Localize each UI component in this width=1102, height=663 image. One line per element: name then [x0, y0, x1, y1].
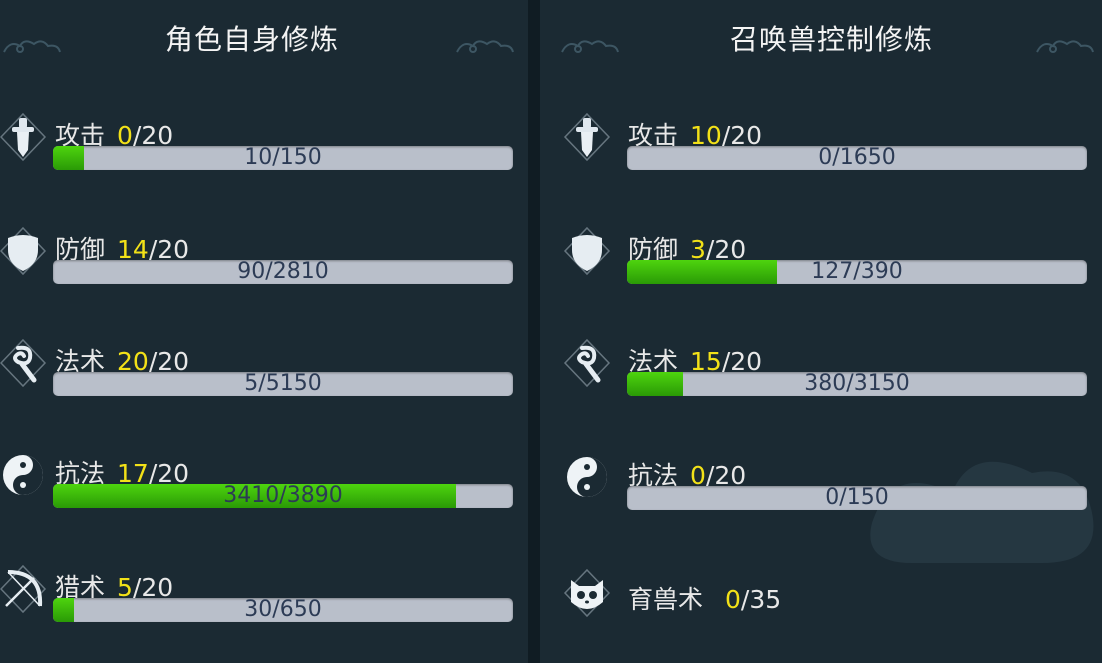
progress-text: 380/3150 — [804, 372, 910, 396]
panel-divider — [528, 0, 540, 663]
panel-title: 召唤兽控制修炼 — [730, 23, 934, 56]
progress-text: 0/1650 — [818, 146, 896, 170]
sword-icon — [562, 112, 612, 162]
pet-skill-row-breeding[interactable]: 育兽术 0/35 — [540, 568, 1102, 648]
progress-bar: 0/150 — [627, 486, 1087, 510]
progress-bar: 3410/3890 — [53, 484, 513, 508]
progress-bar: 30/650 — [53, 598, 513, 622]
skill-name: 育兽术 — [628, 585, 704, 614]
pet-skill-row-attack[interactable]: 攻击 10/20 0/1650 — [540, 110, 1102, 190]
shield-icon — [562, 226, 612, 276]
progress-text: 10/150 — [244, 146, 322, 170]
progress-bar: 10/150 — [53, 146, 513, 170]
progress-text: 5/5150 — [244, 372, 322, 396]
cloud-ornament-icon — [455, 36, 515, 58]
self-cultivation-panel: 角色自身修炼 攻击 0/20 10/150 防御 14/20 90/2810 法术 2… — [0, 0, 528, 663]
progress-text: 30/650 — [244, 598, 322, 622]
progress-text: 3410/3890 — [223, 484, 343, 508]
pet-skill-row-magic[interactable]: 法术 15/20 380/3150 — [540, 336, 1102, 416]
skill-level: 0 — [725, 585, 741, 614]
pet-skill-row-defense[interactable]: 防御 3/20 127/390 — [540, 224, 1102, 304]
skill-row-defense[interactable]: 防御 14/20 90/2810 — [0, 224, 528, 304]
pet-cat-icon — [562, 568, 612, 618]
cloud-ornament-icon — [2, 36, 62, 58]
pet-skill-row-resist[interactable]: 抗法 0/20 0/150 — [540, 450, 1102, 530]
skill-row-attack[interactable]: 攻击 0/20 10/150 — [0, 110, 528, 190]
skill-max: /35 — [740, 585, 782, 614]
shield-icon — [0, 226, 48, 276]
progress-bar: 5/5150 — [53, 372, 513, 396]
cloud-ornament-icon — [560, 36, 620, 58]
sword-icon — [0, 112, 48, 162]
yin-yang-icon — [0, 450, 48, 500]
progress-text: 0/150 — [825, 486, 889, 510]
staff-icon — [0, 338, 48, 388]
skill-row-magic[interactable]: 法术 20/20 5/5150 — [0, 336, 528, 416]
panel-title: 角色自身修炼 — [165, 23, 340, 56]
progress-bar: 0/1650 — [627, 146, 1087, 170]
summon-cultivation-panel: 召唤兽控制修炼 攻击 10/20 0/1650 防御 3/20 127/390 法术… — [540, 0, 1102, 663]
staff-icon — [562, 338, 612, 388]
bow-icon — [0, 564, 48, 614]
progress-bar: 127/390 — [627, 260, 1087, 284]
progress-text: 127/390 — [811, 260, 903, 284]
yin-yang-icon — [562, 452, 612, 502]
progress-bar: 380/3150 — [627, 372, 1087, 396]
cloud-ornament-icon — [1035, 36, 1095, 58]
progress-text: 90/2810 — [237, 260, 329, 284]
skill-row-hunting[interactable]: 猎术 5/20 30/650 — [0, 562, 528, 642]
progress-bar: 90/2810 — [53, 260, 513, 284]
skill-row-resist[interactable]: 抗法 17/20 3410/3890 — [0, 448, 528, 528]
